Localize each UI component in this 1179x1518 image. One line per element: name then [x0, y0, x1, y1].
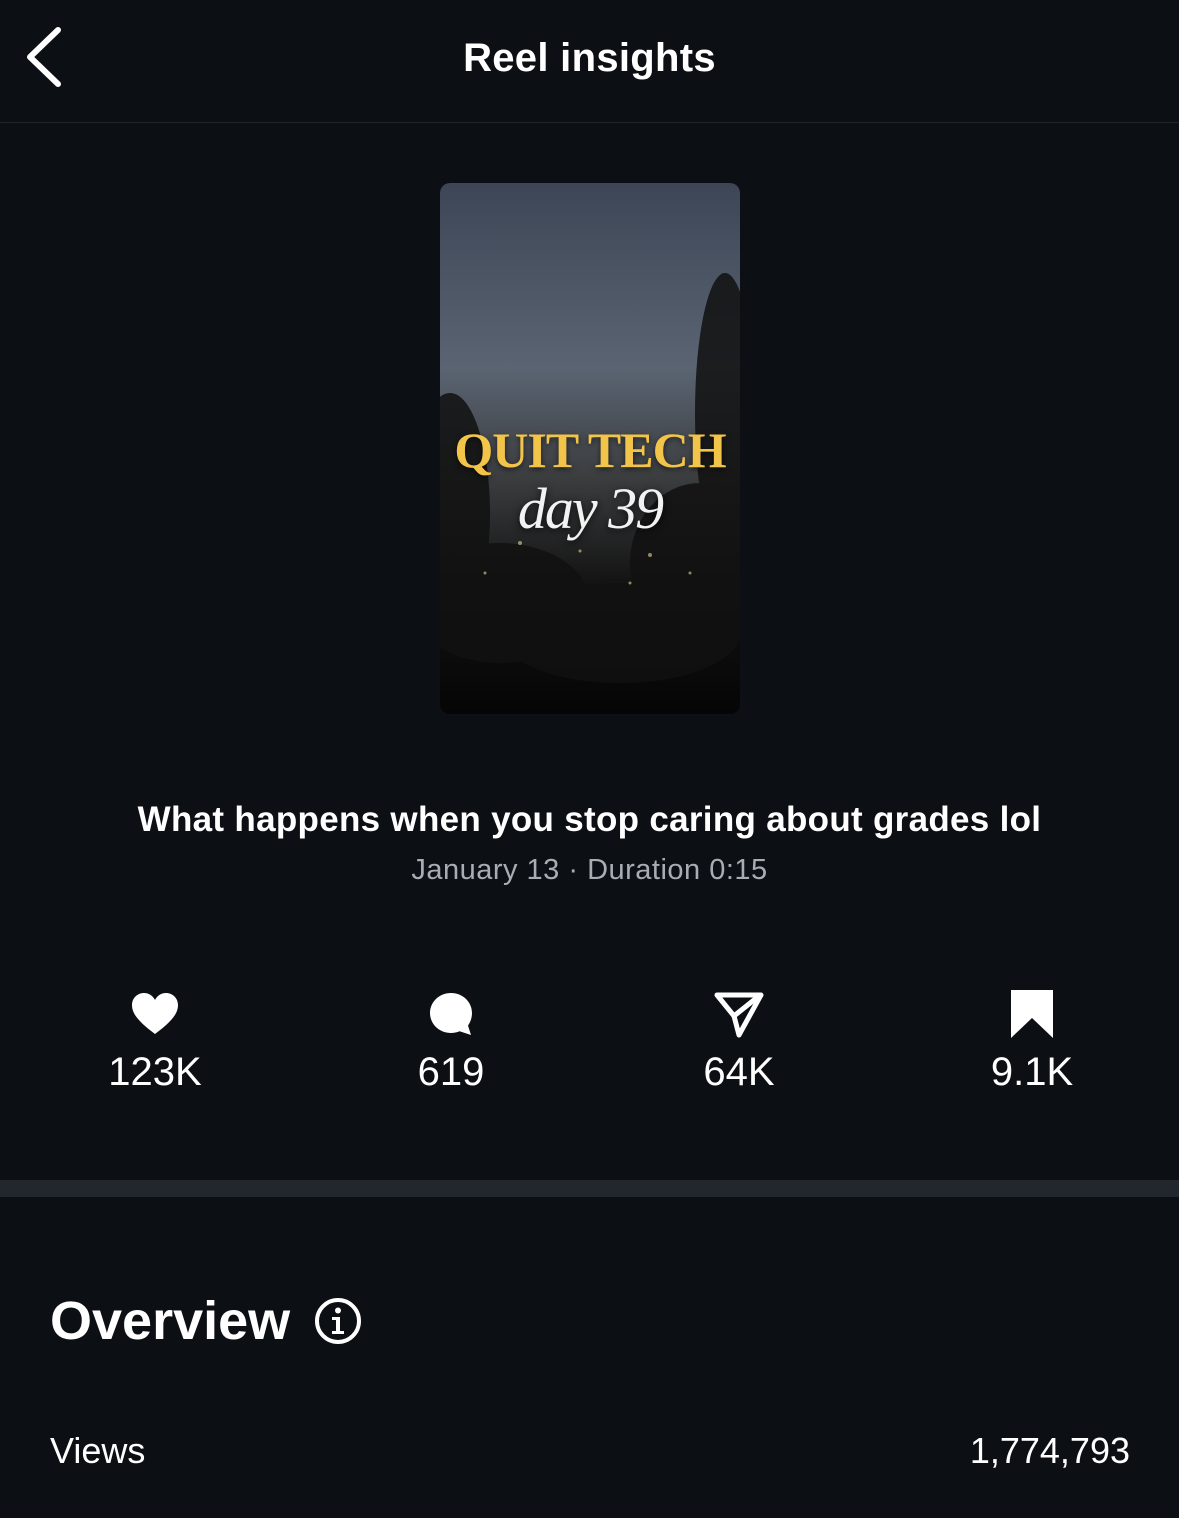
heart-icon	[132, 993, 178, 1034]
comment-icon	[430, 993, 472, 1035]
thumbnail-title: QUIT TECH	[454, 422, 726, 478]
reel-thumbnail[interactable]: QUIT TECH day 39	[440, 183, 740, 714]
section-divider	[0, 1180, 1179, 1197]
stat-likes: 123K	[35, 988, 275, 1095]
thumbnail-subtitle: day 39	[517, 476, 664, 541]
send-icon	[714, 992, 764, 1038]
views-value: 1,774,793	[969, 1430, 1130, 1471]
page-title: Reel insights	[463, 36, 716, 80]
saves-count: 9.1K	[990, 1050, 1074, 1094]
header-bar: Reel insights	[0, 0, 1179, 123]
stat-saves: 9.1K	[912, 988, 1152, 1095]
reel-meta: January 13 · Duration 0:15	[411, 854, 768, 886]
likes-count: 123K	[108, 1050, 202, 1094]
views-label: Views	[50, 1430, 146, 1471]
stat-shares: 64K	[619, 988, 859, 1095]
reel-caption: What happens when you stop caring about …	[137, 800, 1042, 839]
info-icon[interactable]	[313, 1296, 363, 1346]
comments-count: 619	[417, 1050, 485, 1094]
shares-count: 64K	[703, 1050, 775, 1094]
stat-comments: 619	[331, 988, 571, 1095]
bookmark-icon	[1011, 990, 1053, 1038]
overview-heading: Overview	[50, 1291, 291, 1351]
